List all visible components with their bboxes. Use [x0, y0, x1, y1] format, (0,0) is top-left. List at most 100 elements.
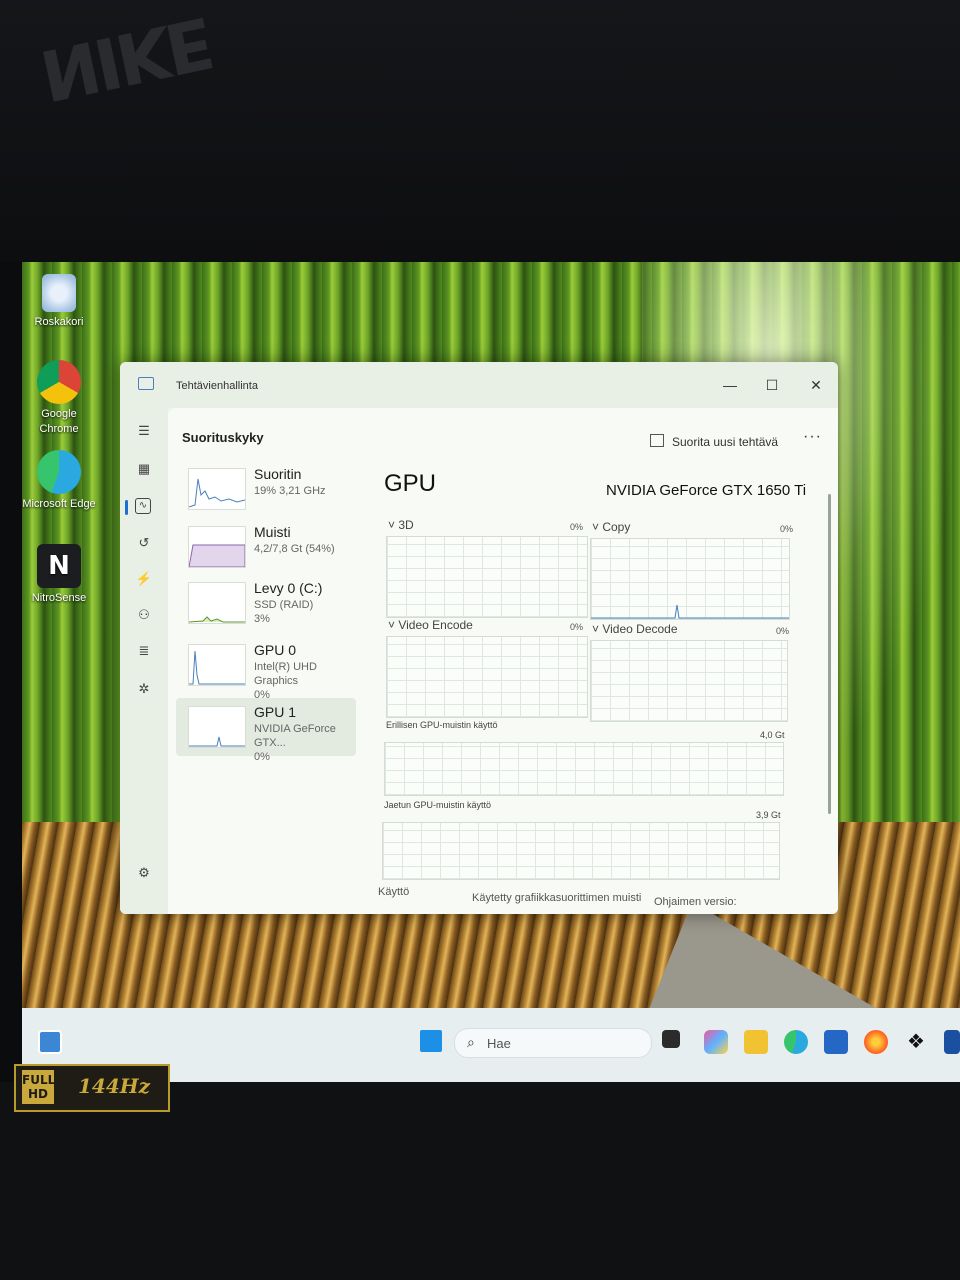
- gpu1-sparkline: [189, 736, 245, 747]
- sidebar-item-detail: 4,2/7,8 Gt (54%): [254, 543, 335, 555]
- run-new-task-button[interactable]: Suorita uusi tehtävä: [650, 434, 778, 449]
- new-task-icon: [650, 434, 664, 447]
- engine-label: Video Decode: [602, 622, 678, 636]
- copy-graph-line: [591, 604, 789, 619]
- sidebar-item-disk[interactable]: Levy 0 (C:) SSD (RAID) 3%: [176, 574, 356, 632]
- maximize-button[interactable]: ☐: [752, 372, 792, 398]
- widgets-icon[interactable]: [38, 1030, 62, 1054]
- desktop-icon-recycle-bin[interactable]: Roskakori: [22, 274, 96, 330]
- engine-3d-selector[interactable]: ˅ 3D: [388, 518, 414, 532]
- window-title: Tehtävienhallinta: [176, 380, 258, 392]
- edge-taskbar-icon[interactable]: [784, 1030, 808, 1054]
- sidebar-item-label: GPU 0: [254, 642, 297, 658]
- engine-decode-graph: [590, 640, 788, 722]
- memory-mini-graph: [188, 526, 246, 568]
- gpu-heading: GPU: [384, 470, 437, 497]
- display-badge: FULL HD 144Hz: [14, 1064, 170, 1112]
- details-icon[interactable]: ≣: [135, 642, 153, 660]
- desktop-icon-label: NitroSense: [31, 592, 87, 604]
- disk-mini-graph: [188, 582, 246, 624]
- task-manager-window: Tehtävienhallinta — ☐ ✕ ☰ ▦ ∿ ↺ ⚡ ⚇ ≣ ✲ …: [120, 362, 838, 914]
- engine-encode-value: 0%: [570, 622, 584, 632]
- shared-memory-graph: [382, 822, 780, 880]
- gpu1-model: NVIDIA GeForce GTX...: [254, 723, 336, 749]
- firefox-icon[interactable]: [864, 1030, 888, 1054]
- task-manager-icon: [138, 377, 154, 390]
- services-icon[interactable]: ✲: [135, 680, 153, 698]
- sidebar-item-detail: Intel(R) UHD Graphics 0%: [254, 660, 356, 702]
- recycle-bin-icon: [42, 274, 76, 312]
- memory-used-label: Käytetty grafiikkasuorittimen muisti: [472, 892, 642, 904]
- desktop-icon-chrome[interactable]: Google Chrome: [22, 360, 96, 437]
- engine-copy-value: 0%: [780, 524, 794, 534]
- engine-copy-graph: [590, 538, 790, 620]
- sticker: NIKE: [33, 0, 218, 117]
- startup-apps-icon[interactable]: ⚡: [135, 570, 153, 588]
- gpu0-sparkline: [189, 650, 245, 685]
- processes-icon[interactable]: ▦: [135, 460, 153, 478]
- title-bar: Tehtävienhallinta — ☐ ✕: [120, 362, 838, 408]
- file-explorer-icon[interactable]: [744, 1030, 768, 1054]
- sidebar-item-detail: NVIDIA GeForce GTX... 0%: [254, 722, 356, 764]
- desktop: Roskakori Google Chrome Microsoft Edge N…: [22, 262, 960, 1082]
- gpu0-model: Intel(R) UHD Graphics: [254, 661, 317, 687]
- scrollbar[interactable]: [828, 494, 831, 814]
- sidebar-item-label: Levy 0 (C:): [254, 580, 323, 596]
- sidebar-item-label: GPU 1: [254, 704, 297, 720]
- edge-icon: [37, 450, 81, 494]
- copilot-icon[interactable]: [704, 1030, 728, 1054]
- more-options-button[interactable]: ···: [803, 428, 822, 446]
- refresh-rate-label: 144Hz: [78, 1074, 151, 1098]
- nitrosense-icon: N: [37, 544, 81, 588]
- sidebar-item-memory[interactable]: Muisti 4,2/7,8 Gt (54%): [176, 518, 356, 576]
- engine-label: Video Encode: [398, 618, 473, 632]
- driver-version-label: Ohjaimen versio:: [654, 896, 737, 908]
- sidebar-item-label: Suoritin: [254, 466, 302, 482]
- sidebar-item-gpu1[interactable]: GPU 1 NVIDIA GeForce GTX... 0%: [176, 698, 356, 763]
- desktop-icon-nitrosense[interactable]: N NitroSense: [22, 544, 96, 606]
- full-hd-label: FULL HD: [22, 1070, 55, 1104]
- engine-encode-graph: [386, 636, 588, 718]
- engine-encode-selector[interactable]: ˅ Video Encode: [388, 618, 473, 632]
- dedicated-memory-max: 4,0 Gt: [760, 730, 785, 740]
- close-button[interactable]: ✕: [796, 372, 836, 398]
- users-icon[interactable]: ⚇: [135, 606, 153, 624]
- task-view-icon[interactable]: [662, 1030, 680, 1048]
- engine-decode-selector[interactable]: ˅ Video Decode: [592, 622, 678, 636]
- desktop-icon-edge[interactable]: Microsoft Edge: [22, 450, 96, 512]
- sidebar-item-gpu0[interactable]: GPU 0 Intel(R) UHD Graphics 0%: [176, 636, 356, 701]
- search-placeholder: Hae: [487, 1036, 511, 1051]
- app-history-icon[interactable]: ↺: [135, 534, 153, 552]
- usage-label: Käyttö: [378, 886, 410, 898]
- engine-copy-selector[interactable]: ˅ Copy: [592, 520, 630, 534]
- gpu1-mini-graph: [188, 706, 246, 748]
- settings-icon[interactable]: ⚙: [135, 864, 153, 882]
- nav-selection-indicator: [125, 500, 128, 515]
- sidebar-item-cpu[interactable]: Suoritin 19% 3,21 GHz: [176, 460, 356, 518]
- app-icon[interactable]: [944, 1030, 960, 1054]
- engine-label: 3D: [398, 518, 414, 532]
- sidebar-item-detail: 19% 3,21 GHz: [254, 485, 326, 497]
- sidebar-item-label: Muisti: [254, 524, 291, 540]
- gpu-model-name: NVIDIA GeForce GTX 1650 Ti: [606, 482, 807, 499]
- memory-sparkline: [188, 544, 246, 568]
- dedicated-memory-graph: [384, 742, 784, 796]
- search-box[interactable]: ⌕ Hae: [454, 1028, 652, 1058]
- nav-rail: ☰ ▦ ∿ ↺ ⚡ ⚇ ≣ ✲ ⚙: [120, 408, 168, 914]
- chrome-icon: [37, 360, 81, 404]
- gpu0-mini-graph: [188, 644, 246, 686]
- hamburger-icon[interactable]: ☰: [135, 422, 153, 440]
- desktop-icon-label: Microsoft Edge: [22, 498, 96, 510]
- store-icon[interactable]: [824, 1030, 848, 1054]
- gpu1-usage: 0%: [254, 751, 270, 763]
- dropbox-icon[interactable]: ❖: [904, 1030, 928, 1054]
- desktop-icon-label: Roskakori: [34, 316, 84, 328]
- disk-usage: 3%: [254, 613, 270, 625]
- performance-pane: Suorituskyky Suorita uusi tehtävä ··· Su…: [168, 408, 838, 914]
- start-button[interactable]: [420, 1030, 442, 1052]
- disk-type: SSD (RAID): [254, 599, 314, 611]
- minimize-button[interactable]: —: [710, 372, 750, 398]
- sidebar-item-detail: SSD (RAID) 3%: [254, 598, 313, 626]
- desktop-icon-label: Google Chrome: [39, 408, 79, 435]
- performance-icon[interactable]: ∿: [135, 498, 151, 514]
